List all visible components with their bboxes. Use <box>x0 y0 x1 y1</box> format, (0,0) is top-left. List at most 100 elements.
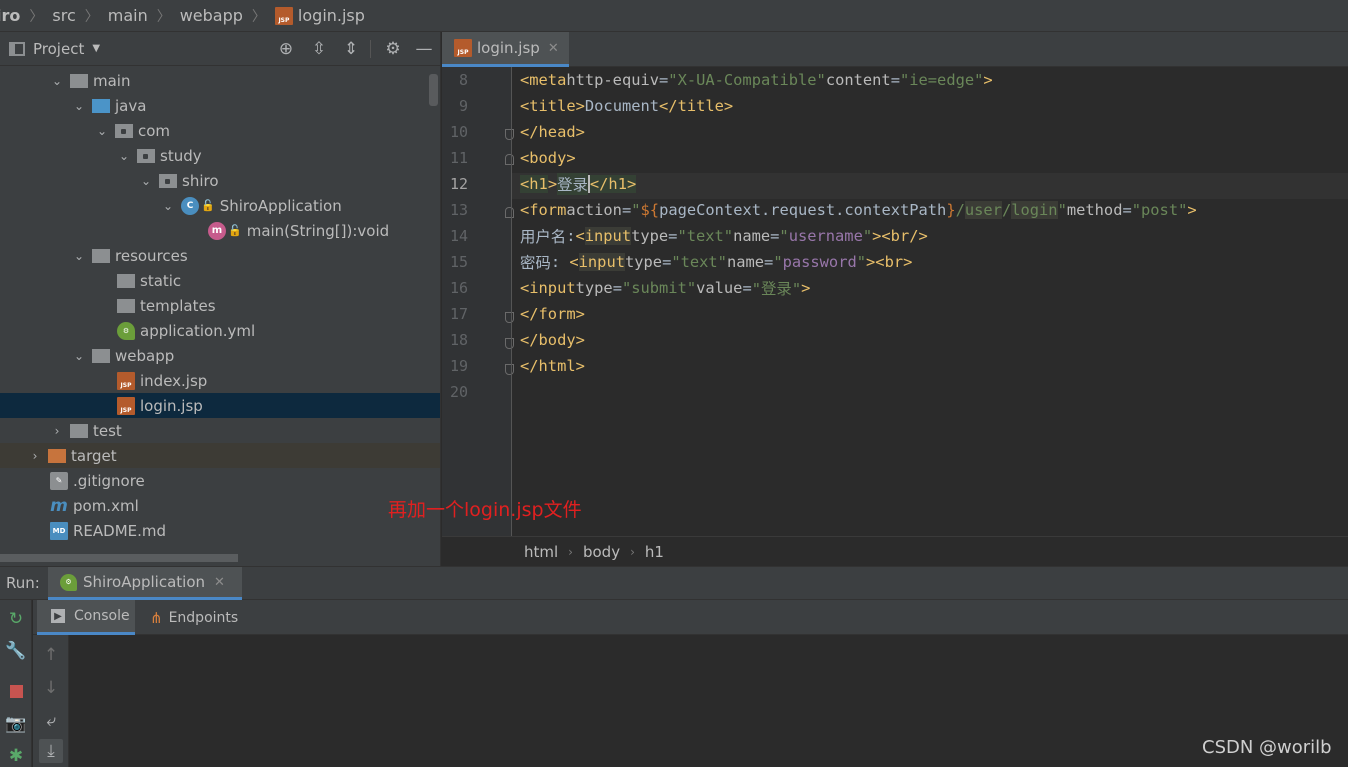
expand-all-icon[interactable]: ⇳ <box>308 38 330 60</box>
tree-item-gitignore[interactable]: ✎ .gitignore <box>0 468 440 493</box>
tree-item-java[interactable]: ⌄ java <box>0 93 440 118</box>
tree-item-application-yml[interactable]: ⚙ application.yml <box>0 318 440 343</box>
tree-item-label: test <box>93 421 122 440</box>
code-editor[interactable]: 8 9 10 11 12 13 14 15 16 17 18 19 20 <me… <box>442 67 1348 536</box>
fold-marker-icon[interactable] <box>505 338 514 349</box>
tree-item-com[interactable]: ⌄ com <box>0 118 440 143</box>
fold-marker-icon[interactable] <box>505 129 514 140</box>
chevron-right-icon[interactable]: › <box>28 449 42 463</box>
fold-marker-icon[interactable] <box>505 312 514 323</box>
project-view-selector[interactable]: Project ▼ <box>9 40 100 58</box>
tree-item-main[interactable]: ⌄ main <box>0 68 440 93</box>
editor-tab-bar: JSP login.jsp ✕ <box>442 32 1348 67</box>
jsp-file-icon: JSP <box>117 371 135 390</box>
soft-wrap-icon[interactable]: ⤶ <box>39 709 63 733</box>
tree-item-webapp[interactable]: ⌄ webapp <box>0 343 440 368</box>
resources-folder-icon <box>92 248 110 263</box>
chevron-right-icon[interactable]: › <box>50 424 64 438</box>
chevron-down-icon[interactable]: ⌄ <box>117 149 131 163</box>
debug-icon[interactable]: ✱ <box>5 745 27 767</box>
code-line[interactable]: </form > <box>520 301 585 327</box>
method-icon: m <box>208 221 226 240</box>
folder-icon <box>117 273 135 288</box>
stop-icon[interactable] <box>5 680 27 702</box>
wrench-icon[interactable]: 🔧 <box>5 640 27 662</box>
tree-item-templates[interactable]: templates <box>0 293 440 318</box>
line-number: 15 <box>449 253 468 271</box>
code-line[interactable]: <input type = "submit" value = "登录" > <box>520 275 810 301</box>
tree-item-resources[interactable]: ⌄ resources <box>0 243 440 268</box>
chevron-down-icon[interactable]: ⌄ <box>95 124 109 138</box>
code-line[interactable]: <form action = "${pageContext.request.cont… <box>520 197 1197 223</box>
close-icon[interactable]: ✕ <box>548 41 559 56</box>
chevron-down-icon[interactable]: ⌄ <box>72 349 86 363</box>
breadcrumb-main[interactable]: main <box>108 6 148 25</box>
toolbar-divider <box>370 40 371 58</box>
tree-item-readme-md[interactable]: MD README.md <box>0 518 440 543</box>
collapse-all-icon[interactable]: ⇕ <box>340 38 362 60</box>
crumb-body[interactable]: body <box>583 543 620 561</box>
chevron-down-icon[interactable]: ⌄ <box>72 99 86 113</box>
tree-horizontal-scrollbar[interactable] <box>0 554 238 562</box>
chevron-right-icon: 〉 <box>156 8 171 25</box>
code-line[interactable]: <body > <box>520 145 576 171</box>
dropdown-arrow-icon: ▼ <box>92 43 101 54</box>
fold-marker-icon[interactable] <box>505 364 514 375</box>
breadcrumb-webapp[interactable]: webapp <box>180 6 243 25</box>
chevron-down-icon[interactable]: ⌄ <box>161 199 175 213</box>
console-output[interactable] <box>33 635 1348 767</box>
code-line[interactable]: </body > <box>520 327 585 353</box>
line-number: 13 <box>449 201 468 219</box>
tab-console-label: Console <box>74 608 130 624</box>
tab-endpoints[interactable]: ⋔ Endpoints <box>150 600 238 635</box>
chevron-down-icon[interactable]: ⌄ <box>139 174 153 188</box>
line-number: 9 <box>458 97 468 115</box>
tree-item-study[interactable]: ⌄ study <box>0 143 440 168</box>
code-line[interactable]: </head > <box>520 119 585 145</box>
tab-login-jsp[interactable]: JSP login.jsp ✕ <box>442 32 569 67</box>
chevron-down-icon[interactable]: ⌄ <box>50 74 64 88</box>
code-line[interactable]: </html > <box>520 353 585 379</box>
tree-item-login-jsp[interactable]: JSP login.jsp <box>0 393 440 418</box>
code-line[interactable]: <meta http-equiv = "X-UA-Compatible" conte… <box>520 67 993 93</box>
camera-icon[interactable]: 📷 <box>5 713 27 735</box>
code-line[interactable]: 用户名: < input type = "text" name = "username" >… <box>520 223 928 249</box>
run-tab-shiroapplication[interactable]: ⚙ ShiroApplication ✕ <box>48 567 242 600</box>
tree-item-static[interactable]: static <box>0 268 440 293</box>
code-line[interactable]: 密 码: < input type = "text" name = "password" >… <box>520 249 912 275</box>
fold-marker-icon[interactable] <box>505 207 514 218</box>
line-number-gutter: 8 9 10 11 12 13 14 15 16 17 18 19 20 <box>442 67 514 536</box>
breadcrumb-project[interactable]: iro <box>0 6 20 25</box>
arrow-down-icon[interactable]: ↓ <box>39 676 63 700</box>
code-line[interactable]: <title > Document </title > <box>520 93 733 119</box>
tree-item-pom-xml[interactable]: m pom.xml <box>0 493 440 518</box>
chevron-down-icon[interactable]: ⌄ <box>72 249 86 263</box>
markdown-file-icon: MD <box>50 521 68 540</box>
gear-icon[interactable]: ⚙ <box>382 38 404 60</box>
tab-console[interactable]: ▶ Console <box>37 600 135 635</box>
scroll-to-end-icon[interactable]: ⤓ <box>39 739 63 763</box>
tree-item-test[interactable]: › test <box>0 418 440 443</box>
run-actions-sidebar: ↻ 🔧 📷 ✱ <box>0 600 32 767</box>
breadcrumb-src[interactable]: src <box>52 6 75 25</box>
tree-item-shiro[interactable]: ⌄ shiro <box>0 168 440 193</box>
rerun-icon[interactable]: ↻ <box>5 608 27 630</box>
tree-item-target[interactable]: › target <box>0 443 440 468</box>
tree-scrollbar[interactable] <box>429 74 438 106</box>
console-actions-sidebar: ↑ ↓ ⤶ ⤓ <box>33 635 69 767</box>
arrow-up-icon[interactable]: ↑ <box>39 643 63 667</box>
close-icon[interactable]: ✕ <box>214 575 225 590</box>
breadcrumb-file[interactable]: JSP login.jsp <box>274 6 365 25</box>
project-panel-title: Project <box>33 39 85 58</box>
fold-marker-icon[interactable] <box>505 154 514 165</box>
console-tab-bar: ▶ Console ⋔ Endpoints <box>33 600 1348 635</box>
tree-item-index-jsp[interactable]: JSP index.jsp <box>0 368 440 393</box>
tree-item-shiroapplication[interactable]: ⌄ C 🔓 ShiroApplication <box>0 193 440 218</box>
locate-icon[interactable]: ⊕ <box>275 38 297 60</box>
crumb-h1[interactable]: h1 <box>645 543 664 561</box>
minimize-icon[interactable]: — <box>413 38 435 60</box>
crumb-html[interactable]: html <box>524 543 558 561</box>
run-tab-label: ShiroApplication <box>83 573 206 591</box>
code-line[interactable]: <h1 > 登录 </h1 > <box>520 171 637 197</box>
tree-item-main-method[interactable]: m 🔓 main(String[]):void <box>0 218 440 243</box>
